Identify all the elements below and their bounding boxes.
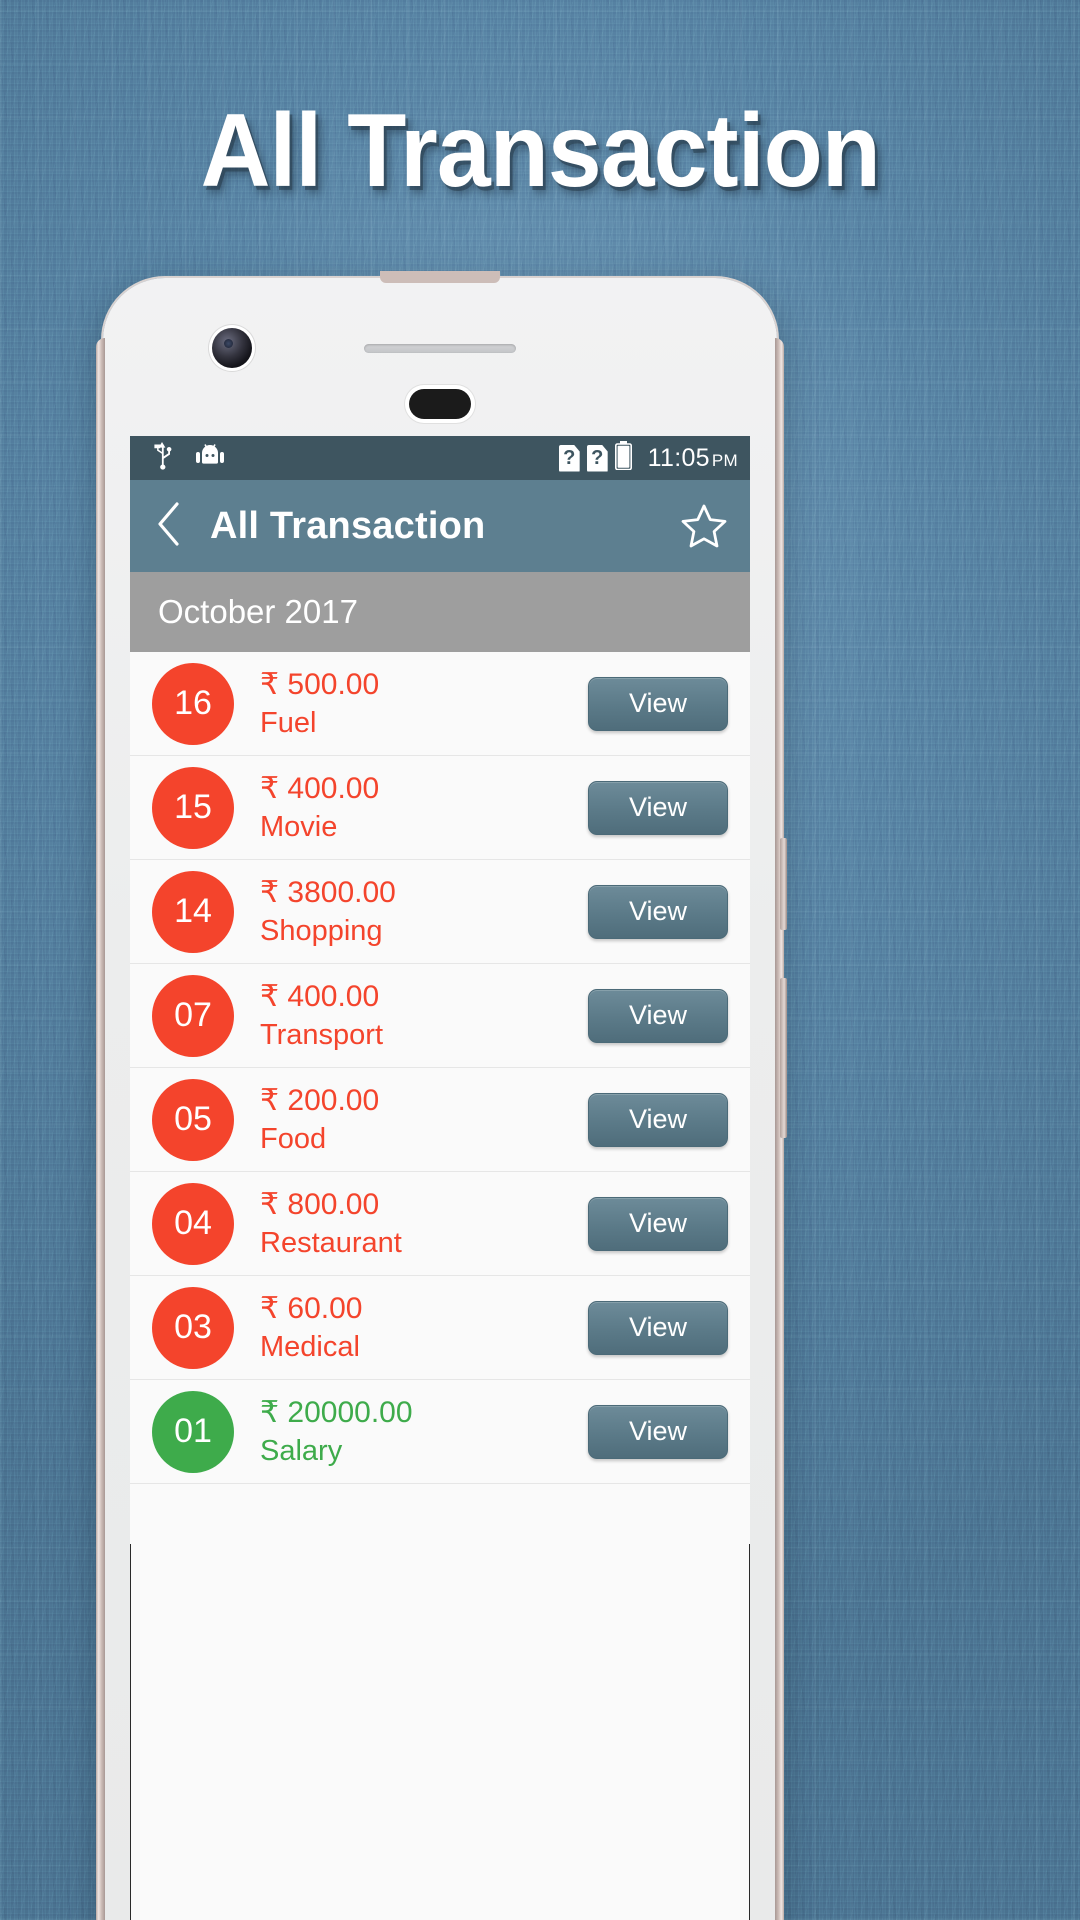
transaction-list[interactable]: 16 ₹ 500.00 Fuel View 15 ₹ 400.00 Movie View 14 ₹…: [130, 652, 750, 1484]
promo-headline-text: All Transaction: [200, 93, 880, 209]
transaction-info: ₹ 800.00 Restaurant: [260, 1187, 588, 1260]
transaction-category: Movie: [260, 811, 338, 843]
android-robot-icon: [196, 443, 224, 473]
status-bar: ? ? 11:05 PM: [130, 436, 750, 480]
transaction-row[interactable]: 04 ₹ 800.00 Restaurant View: [130, 1172, 750, 1276]
clock-time: 11:05: [647, 443, 710, 472]
view-transaction-button[interactable]: View: [588, 988, 728, 1043]
transaction-info: ₹ 60.00 Medical: [260, 1291, 588, 1364]
view-transaction-button[interactable]: View: [588, 1300, 728, 1355]
transaction-amount: ₹ 800.00: [260, 1188, 380, 1221]
clock-ampm: PM: [711, 450, 738, 470]
transaction-day-badge: 15: [152, 766, 234, 849]
chevron-left-icon: [156, 501, 182, 552]
transaction-info: ₹ 3800.00 Shopping: [260, 875, 588, 948]
transaction-row[interactable]: 14 ₹ 3800.00 Shopping View: [130, 860, 750, 964]
transaction-row[interactable]: 01 ₹ 20000.00 Salary View: [130, 1380, 750, 1484]
view-transaction-button[interactable]: View: [588, 676, 728, 731]
phone-rail-left: [96, 338, 105, 1920]
transaction-info: ₹ 400.00 Movie: [260, 771, 588, 844]
favorite-button[interactable]: [680, 502, 728, 550]
transaction-row[interactable]: 07 ₹ 400.00 Transport View: [130, 964, 750, 1068]
transaction-category: Transport: [260, 1019, 384, 1051]
transaction-day-badge: 07: [152, 974, 234, 1057]
status-bar-clock: 11:05 PM: [648, 444, 738, 473]
back-button[interactable]: [150, 501, 188, 551]
front-camera-icon: [212, 328, 252, 368]
transaction-day-badge: 03: [152, 1286, 234, 1369]
transaction-info: ₹ 400.00 Transport: [260, 979, 588, 1052]
transaction-amount: ₹ 500.00: [260, 668, 380, 701]
earpiece-speaker: [364, 344, 516, 353]
transaction-amount: ₹ 60.00: [260, 1292, 363, 1325]
transaction-day-badge: 14: [152, 870, 234, 953]
status-bar-left-icons: [152, 441, 224, 475]
transaction-category: Fuel: [260, 707, 317, 739]
view-transaction-button[interactable]: View: [588, 1404, 728, 1459]
transaction-amount: ₹ 400.00: [260, 980, 380, 1013]
list-bottom-spacer: [130, 1484, 750, 1544]
transaction-row[interactable]: 03 ₹ 60.00 Medical View: [130, 1276, 750, 1380]
status-bar-right-icons: ? ? 11:05 PM: [558, 441, 738, 475]
promo-headline: All Transaction: [0, 96, 1080, 206]
transaction-info: ₹ 200.00 Food: [260, 1083, 588, 1156]
phone-mockup: ? ? 11:05 PM All Transaction October 201…: [96, 271, 787, 1920]
transaction-day-badge: 01: [152, 1390, 234, 1473]
transaction-row[interactable]: 15 ₹ 400.00 Movie View: [130, 756, 750, 860]
transaction-category: Medical: [260, 1331, 360, 1363]
transaction-day-badge: 16: [152, 662, 234, 745]
phone-power-button[interactable]: [780, 838, 787, 930]
view-transaction-button[interactable]: View: [588, 780, 728, 835]
toolbar-title: All Transaction: [210, 504, 486, 547]
transaction-category: Salary: [260, 1435, 343, 1467]
phone-top-notch: [380, 271, 500, 283]
sim1-icon: ?: [558, 444, 580, 472]
transaction-day-badge: 05: [152, 1078, 234, 1161]
transaction-info: ₹ 500.00 Fuel: [260, 667, 588, 740]
usb-icon: [152, 441, 174, 475]
transaction-row[interactable]: 05 ₹ 200.00 Food View: [130, 1068, 750, 1172]
phone-screen: ? ? 11:05 PM All Transaction October 201…: [130, 436, 750, 1920]
star-outline-icon: [680, 504, 728, 554]
transaction-category: Restaurant: [260, 1227, 402, 1259]
transaction-amount: ₹ 400.00: [260, 772, 380, 805]
sim2-icon: ?: [586, 444, 608, 472]
transaction-category: Shopping: [260, 915, 383, 947]
month-header: October 2017: [130, 572, 750, 652]
transaction-amount: ₹ 20000.00: [260, 1396, 413, 1429]
phone-volume-button[interactable]: [780, 978, 787, 1138]
view-transaction-button[interactable]: View: [588, 1092, 728, 1147]
view-transaction-button[interactable]: View: [588, 884, 728, 939]
transaction-amount: ₹ 3800.00: [260, 876, 396, 909]
home-button[interactable]: [409, 389, 471, 419]
transaction-category: Food: [260, 1123, 327, 1155]
month-header-label: October 2017: [158, 593, 358, 630]
transaction-info: ₹ 20000.00 Salary: [260, 1395, 588, 1468]
transaction-day-badge: 04: [152, 1182, 234, 1265]
view-transaction-button[interactable]: View: [588, 1196, 728, 1251]
transaction-amount: ₹ 200.00: [260, 1084, 380, 1117]
transaction-row[interactable]: 16 ₹ 500.00 Fuel View: [130, 652, 750, 756]
app-toolbar: All Transaction: [130, 480, 750, 572]
battery-full-icon: [614, 441, 632, 475]
